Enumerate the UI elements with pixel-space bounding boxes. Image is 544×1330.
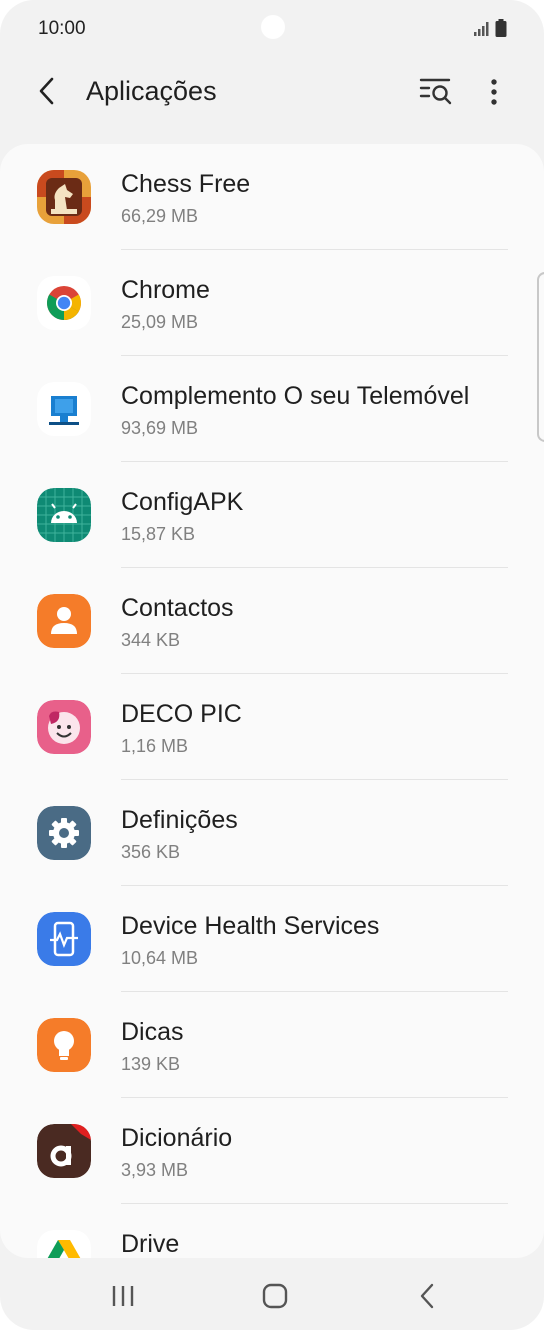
app-size: 10,64 MB	[121, 948, 199, 968]
list-item[interactable]: Chrome 25,09 MB	[0, 250, 544, 356]
app-size: 25,09 MB	[121, 312, 199, 332]
app-size: 93,69 MB	[121, 418, 199, 438]
navigation-bar	[0, 1258, 544, 1330]
more-options-button[interactable]	[478, 72, 510, 112]
app-name: Dicas	[121, 1018, 184, 1046]
search-apps-button[interactable]	[416, 74, 456, 108]
list-item[interactable]: Device Health Services 10,64 MB	[0, 886, 544, 992]
list-item[interactable]: DECO PIC 1,16 MB	[0, 674, 544, 780]
battery-icon	[495, 19, 507, 37]
recent-apps-button[interactable]	[93, 1276, 153, 1316]
app-name: Drive	[121, 1230, 180, 1258]
app-name: Chess Free	[121, 170, 251, 198]
chess-free-icon	[37, 170, 91, 224]
app-name: ConfigAPK	[121, 488, 244, 516]
search-list-icon	[419, 78, 452, 105]
app-name: Complemento O seu Telemóvel	[121, 382, 470, 410]
app-name: DECO PIC	[121, 700, 242, 728]
chevron-left-icon	[39, 77, 54, 105]
app-name: Dicionário	[121, 1124, 233, 1152]
home-button[interactable]	[245, 1276, 305, 1316]
app-name: Contactos	[121, 594, 234, 622]
app-size: 66,29 MB	[121, 206, 199, 226]
app-size: 356 KB	[121, 842, 181, 862]
device-health-icon	[37, 912, 91, 966]
chrome-icon	[37, 276, 91, 330]
list-item[interactable]: Dicionário 3,93 MB	[0, 1098, 544, 1204]
list-item[interactable]: Contactos 344 KB	[0, 568, 544, 674]
front-camera	[261, 15, 285, 39]
dictionary-icon	[37, 1124, 91, 1178]
contacts-icon	[37, 594, 91, 648]
app-name: Definições	[121, 806, 238, 834]
list-item[interactable]: ConfigAPK 15,87 KB	[0, 462, 544, 568]
list-item[interactable]: Drive	[0, 1204, 544, 1258]
home-icon	[262, 1283, 288, 1309]
settings-gear-icon	[37, 806, 91, 860]
list-item[interactable]: Dicas 139 KB	[0, 992, 544, 1098]
complemento-icon	[37, 382, 91, 436]
list-item[interactable]: Chess Free 66,29 MB	[0, 144, 544, 250]
back-button[interactable]	[30, 74, 64, 108]
app-name: Chrome	[121, 276, 210, 304]
scrollbar[interactable]	[537, 272, 544, 442]
signal-icon	[474, 22, 489, 36]
list-item[interactable]: Definições 356 KB	[0, 780, 544, 886]
tips-bulb-icon	[37, 1018, 91, 1072]
recent-apps-icon	[112, 1286, 134, 1306]
app-size: 3,93 MB	[121, 1160, 189, 1180]
back-nav-button[interactable]	[397, 1276, 457, 1316]
android-icon	[37, 488, 91, 542]
status-time: 10:00	[38, 18, 86, 39]
app-bar: Aplicações	[0, 60, 544, 130]
app-size: 344 KB	[121, 630, 181, 650]
page-title: Aplicações	[86, 76, 217, 106]
chevron-left-icon	[420, 1283, 434, 1309]
more-vert-icon	[491, 79, 497, 105]
phone-screen: 10:00 Aplicações Chess Free 66,29 MB Chr…	[0, 0, 544, 1330]
app-size: 139 KB	[121, 1054, 181, 1074]
status-bar: 10:00	[0, 0, 544, 60]
list-item[interactable]: Complemento O seu Telemóvel 93,69 MB	[0, 356, 544, 462]
app-size: 1,16 MB	[121, 736, 189, 756]
app-size: 15,87 KB	[121, 524, 196, 544]
deco-pic-icon	[37, 700, 91, 754]
app-name: Device Health Services	[121, 912, 380, 940]
app-list[interactable]: Chess Free 66,29 MB Chrome 25,09 MB Comp…	[0, 144, 544, 1258]
drive-icon	[37, 1230, 91, 1258]
